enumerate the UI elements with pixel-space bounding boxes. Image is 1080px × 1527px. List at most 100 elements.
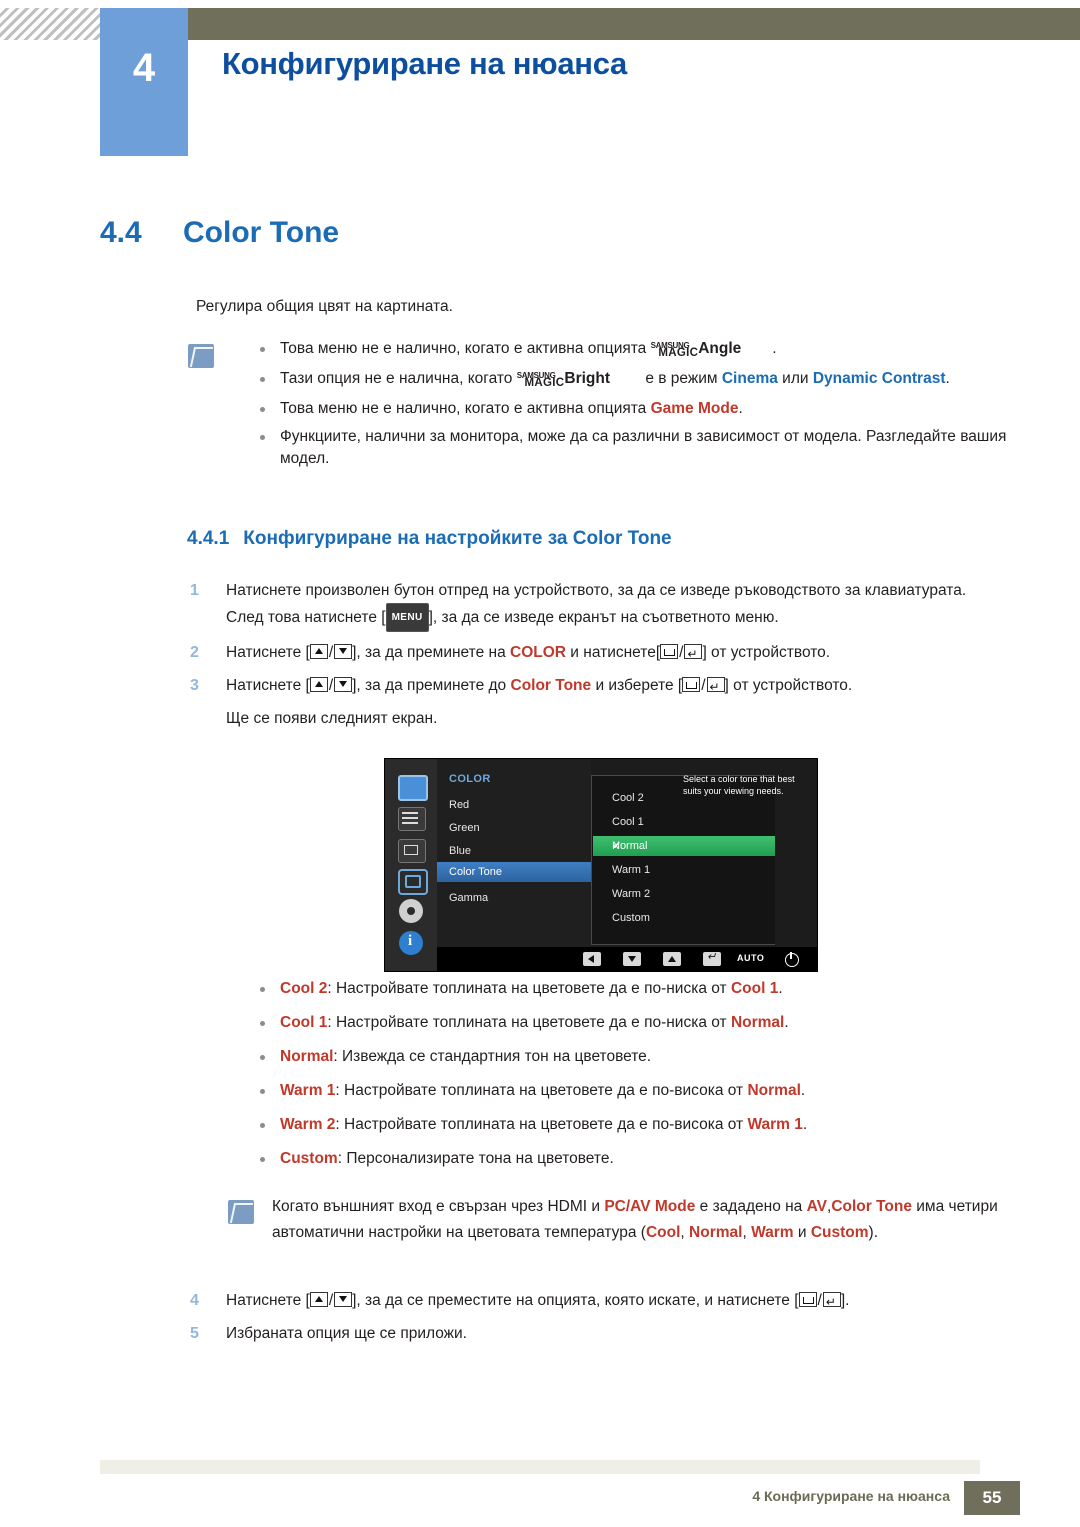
osd-submenu-panel: Cool 2 Cool 1 ✔ Normal Warm 1 Warm 2 Cus… [591,775,777,945]
note-sep-3: и [793,1224,811,1241]
note-icon [188,344,216,370]
osd-menu-item-color-tone: Color Tone [437,862,591,882]
samsung-magic-logo: SAMSUNGMAGICBright [517,368,641,392]
section-number: 4.4 [100,216,142,249]
step-text: Избраната опция ще се приложи. [226,1325,467,1342]
enter-icon [822,1290,841,1315]
step-number: 2 [190,644,199,661]
chapter-number: 4 [132,46,156,90]
magic-magic-label: MAGIC [524,377,565,389]
header-hatch-decoration [0,8,108,40]
osd-enter-button [703,950,721,966]
osd-icon-rail [385,759,437,971]
note-text-end: . [772,340,777,357]
page-header: 4 Конфигуриране на нюанса [0,0,1080,160]
option-item: Cool 1: Настройвате топлината на цветове… [248,1012,1028,1034]
osd-sub-item-warm1: Warm 1 [612,864,651,876]
up-arrow-icon [309,1292,328,1307]
option-ref: Normal [730,1014,785,1031]
osd-sub-item-normal: ✔ Normal [593,836,775,856]
term-custom: Custom [810,1224,869,1241]
gear-icon [399,899,423,923]
note-text-mid: е в режим [641,370,722,387]
step-number: 5 [190,1325,199,1342]
osd-menu-item-blue: Blue [449,845,472,857]
samsung-magic-logo: SAMSUNGMAGICAngle [651,338,773,362]
chapter-title: Конфигуриране на нюанса [222,46,627,81]
footer-chapter-label: 4 Конфигуриране на нюанса [752,1488,950,1504]
option-name: Warm 2 [280,1116,336,1133]
option-item: Cool 2: Настройвате топлината на цветове… [248,978,1028,1000]
option-desc: : Извежда се стандартния тон на цветовет… [333,1048,652,1065]
osd-menu-item-red: Red [449,799,470,811]
note-bottom: Когато външният вход е свързан чрез HDMI… [272,1194,1002,1246]
picture-icon [398,839,426,863]
step-text-3: и натиснете[ [565,644,661,661]
option-desc: : Настройвате топлината на цветовете да … [335,1082,748,1099]
note-sep-1: , [680,1224,690,1241]
option-desc: : Настройвате топлината на цветовете да … [327,1014,731,1031]
note-sep-2: , [742,1224,752,1241]
option-ref: Normal [747,1082,801,1099]
option-desc: : Персонализирате тона на цветовете. [337,1150,614,1167]
subsection-heading: 4.4.1 Конфигуриране на настройките за Col… [187,528,672,550]
page-number: 55 [964,1481,1020,1515]
subsection-number: 4.4.1 [187,528,230,549]
steps-list: 1 Натиснете произволен бутон отпред на у… [190,578,990,739]
option-item: Warm 2: Настройвате топлината на цветове… [248,1114,1028,1136]
source-icon [798,1292,817,1307]
step-text-2: ], за да се преместите на опцията, която… [352,1292,799,1309]
step-text-3: и изберете [ [591,677,683,694]
step-item: 2 Натиснете [/], за да преминете на COLO… [190,640,990,667]
osd-sub-item-normal-label: Normal [612,840,648,852]
monitor-icon [398,775,428,801]
note-text-end: ). [868,1224,879,1241]
term-dynamic-contrast: Dynamic Contrast [812,370,946,387]
step-text-2: ], за да преминете на [352,644,511,661]
option-desc: : Настройвате топлината на цветовете да … [335,1116,748,1133]
term-game-mode: Game Mode [650,400,739,417]
term-color: COLOR [510,644,566,661]
source-icon [660,644,679,659]
info-icon [399,931,423,955]
lines-icon [398,807,426,831]
option-ref: Warm 1 [747,1116,803,1133]
note-text-mid2: или [777,370,813,387]
note-item: Това меню не е налично, когато е активна… [248,398,1008,420]
step-text-3: ]. [840,1292,850,1309]
note-text: Функциите, налични за монитора, може да … [280,428,1007,467]
step-text-5: Ще се появи следният екран. [226,710,438,727]
option-item: Normal: Извежда се стандартния тон на цв… [248,1046,1028,1068]
option-desc-end: . [802,1116,808,1133]
note-text: Когато външният вход е свързан чрез HDMI… [272,1198,605,1215]
note-text-end: . [945,370,950,387]
step-item: 1 Натиснете произволен бутон отпред на у… [190,578,990,632]
osd-sub-item-custom: Custom [612,912,650,924]
note-text: Тази опция не е налична, когато [280,370,517,387]
option-name: Normal [280,1048,334,1065]
header-bar [108,8,1080,40]
enter-icon [706,675,725,700]
term-cinema: Cinema [721,370,778,387]
source-icon [682,677,701,692]
osd-sub-item-warm2: Warm 2 [612,888,651,900]
options-list: Cool 2: Настройвате топлината на цветове… [248,978,1028,1182]
osd-menu-item-color-tone-label: Color Tone [449,866,502,878]
option-desc-end: . [778,980,783,997]
note-text: Това меню не е налично, когато е активна… [280,400,651,417]
magic-feature-label: Bright [564,370,611,387]
magic-feature-label: Angle [698,340,742,357]
note-item: Това меню не е налично, когато е активна… [248,338,1008,362]
color-icon [398,869,428,895]
osd-menu-item-gamma: Gamma [449,892,489,904]
steps-list-2: 4 Натиснете [/], за да се преместите на … [190,1288,990,1354]
osd-up-button [663,952,681,966]
note-icon [228,1200,256,1226]
osd-menu-title: COLOR [449,773,491,785]
note-text-end: . [738,400,743,417]
down-arrow-icon [334,1292,353,1307]
osd-sub-item-cool1: Cool 1 [612,816,644,828]
step-text-2: ], за да преминете до [352,677,511,694]
section-intro: Регулира общия цвят на картината. [196,298,453,315]
option-ref: Cool 1 [730,980,779,997]
